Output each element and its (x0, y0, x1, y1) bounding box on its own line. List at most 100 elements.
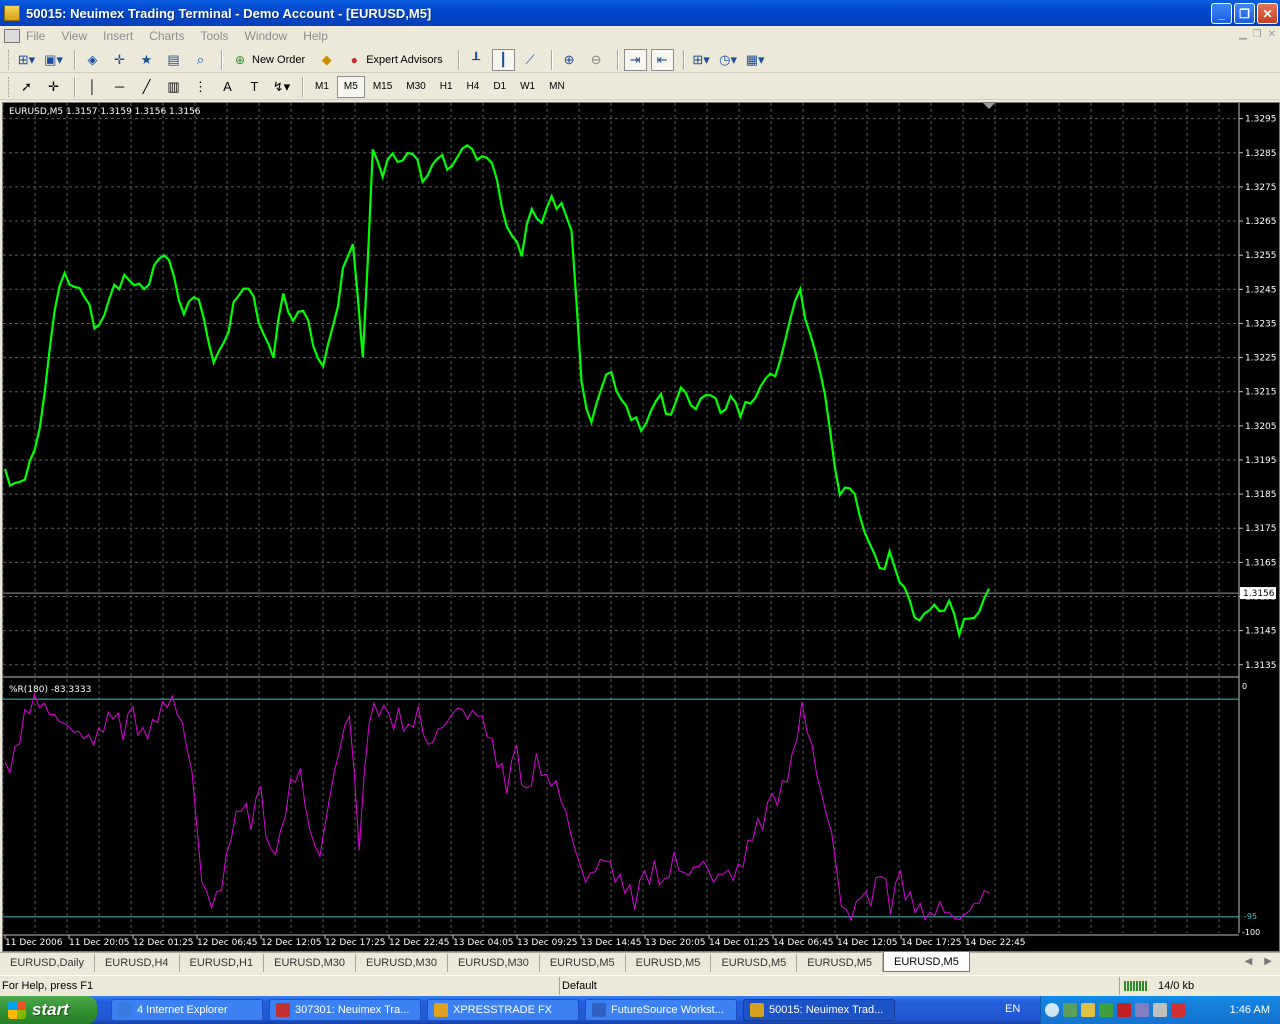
periods-icon[interactable]: ◷▾ (717, 49, 740, 71)
x-tick-label: 13 Dec 14:45 (581, 938, 642, 948)
timeframe-h1[interactable]: H1 (434, 76, 459, 98)
shield-icon[interactable] (1081, 1003, 1095, 1017)
text-label-icon[interactable]: T (243, 76, 266, 98)
chart-tab[interactable]: EURUSD,M30 (356, 954, 448, 972)
timeframe-m5[interactable]: M5 (336, 75, 365, 98)
chart-tab[interactable]: EURUSD,M5 (626, 954, 712, 972)
title-bar[interactable]: 50015: Neuimex Trading Terminal - Demo A… (0, 0, 1280, 26)
restore-button[interactable]: ❐ (1234, 3, 1255, 24)
timeframe-w1[interactable]: W1 (514, 76, 541, 98)
terminal-icon[interactable]: ▤ (162, 49, 185, 71)
terminal-app-icon (750, 1003, 764, 1017)
zoom-out-icon[interactable]: ⊖ (585, 49, 608, 71)
bar-chart-icon[interactable]: ┸ (465, 49, 488, 71)
cursor-icon[interactable]: ➚ (15, 76, 38, 98)
line-chart-icon[interactable]: ⟋ (519, 49, 542, 71)
timeframe-m1[interactable]: M1 (309, 76, 335, 98)
mdi-close-icon[interactable]: ✕ (1268, 29, 1276, 40)
taskbar-item[interactable]: 4 Internet Explorer (111, 999, 263, 1021)
minimize-button[interactable]: _ (1211, 3, 1232, 24)
close-button[interactable]: ✕ (1257, 3, 1278, 24)
timeframe-m15[interactable]: M15 (367, 76, 398, 98)
toolbar-grip[interactable] (8, 49, 11, 70)
menu-insert[interactable]: Insert (103, 29, 133, 43)
auto-scroll-icon[interactable]: ⇥ (623, 48, 647, 71)
timeframe-d1[interactable]: D1 (487, 76, 512, 98)
toolbar-grip-2[interactable] (8, 76, 11, 97)
strategy-tester-icon[interactable]: ⌕ (189, 49, 212, 71)
speaker-icon[interactable] (1153, 1003, 1167, 1017)
y-tick-label: 1.3295 (1245, 115, 1277, 125)
profiles-icon[interactable]: ▣▾ (42, 49, 65, 71)
mail-icon[interactable] (1171, 1003, 1185, 1017)
data-window-icon[interactable]: ✛ (108, 49, 131, 71)
chart-tab-active[interactable]: EURUSD,M5 (883, 952, 970, 972)
chart-tab[interactable]: EURUSD,H4 (95, 954, 180, 972)
crosshair-icon[interactable]: ✛ (42, 76, 65, 98)
timeframe-m30[interactable]: M30 (400, 76, 431, 98)
start-button[interactable]: start (0, 996, 97, 1024)
app-icon[interactable] (4, 5, 20, 21)
indicator-info: %R(180) -83.3333 (9, 685, 92, 695)
chart-tab[interactable]: EURUSD,H1 (180, 954, 265, 972)
taskbar-item-active[interactable]: 50015: Neuimex Trad... (743, 999, 895, 1021)
mdi-restore-icon[interactable]: ❐ (1253, 29, 1262, 40)
indicators-icon[interactable]: ⊞▾ (690, 49, 713, 71)
x-tick-label: 14 Dec 17:25 (901, 938, 962, 948)
chart-tab[interactable]: EURUSD,M5 (797, 954, 884, 972)
zoom-in-icon[interactable]: ⊕ (558, 49, 581, 71)
tray-arrow-icon[interactable] (1045, 1003, 1059, 1017)
y-tick-label: 1.3285 (1245, 149, 1277, 159)
price-series-line (3, 143, 990, 640)
new-chart-icon[interactable]: ⊞▾ (15, 49, 38, 71)
chart-tab[interactable]: EURUSD,M30 (264, 954, 357, 972)
network-icon[interactable] (1063, 1003, 1077, 1017)
connection-bars-icon (1124, 980, 1148, 991)
trendline-icon[interactable]: ╱ (135, 76, 158, 98)
menu-window[interactable]: Window (245, 29, 288, 43)
taskbar-item[interactable]: XPRESSTRADE FX (427, 999, 579, 1021)
price-chart[interactable]: 1.3295 1.3285 1.3275 1.3265 1.3255 1.3245 1.32… (3, 103, 1279, 951)
channel-icon[interactable]: ⋮ (189, 76, 212, 98)
chart-window[interactable]: 1.3295 1.3285 1.3275 1.3265 1.3255 1.3245 1.32… (2, 102, 1280, 952)
templates-icon[interactable]: ▦▾ (744, 49, 767, 71)
chart-tab[interactable]: EURUSD,M5 (540, 954, 626, 972)
metaeditor-icon[interactable]: ◆ (315, 49, 338, 71)
timeframe-mn[interactable]: MN (543, 76, 571, 98)
user-icon[interactable] (1099, 1003, 1113, 1017)
timeframe-h4[interactable]: H4 (461, 76, 486, 98)
arrows-icon[interactable]: ↯▾ (270, 76, 293, 98)
tab-scroll-right-icon[interactable]: ▶ (1264, 956, 1272, 967)
taskbar-item[interactable]: 307301: Neuimex Tra... (269, 999, 421, 1021)
clock[interactable]: 1:46 AM (1230, 1004, 1270, 1016)
system-tray: EN 1:46 AM (1005, 996, 1280, 1024)
language-indicator[interactable]: EN (1005, 1003, 1020, 1015)
menu-tools[interactable]: Tools (201, 29, 229, 43)
taskbar-item[interactable]: FutureSource Workst... (585, 999, 737, 1021)
mdi-minimize-icon[interactable]: ▁ (1239, 29, 1247, 40)
y-tick-label: 1.3185 (1245, 490, 1277, 500)
chart-tab[interactable]: EURUSD,M30 (448, 954, 540, 972)
ati-icon[interactable] (1117, 1003, 1131, 1017)
new-order-label: New Order (252, 53, 306, 66)
chart-tab[interactable]: EURUSD,Daily (0, 954, 95, 972)
vertical-line-icon[interactable]: │ (81, 76, 104, 98)
chart-window-icon[interactable] (4, 29, 20, 43)
menu-charts[interactable]: Charts (149, 29, 184, 43)
fibonacci-icon[interactable]: ▥ (162, 76, 185, 98)
network-status-icon[interactable] (1135, 1003, 1149, 1017)
chart-tab[interactable]: EURUSD,M5 (711, 954, 798, 972)
horizontal-line-icon[interactable]: ─ (108, 76, 131, 98)
new-order-button[interactable]: ⊕ New Order (228, 49, 309, 71)
expert-advisors-button[interactable]: ● Expert Advisors (342, 49, 446, 71)
candlestick-icon[interactable]: ┃ (491, 48, 515, 71)
menu-view[interactable]: View (61, 29, 87, 43)
tab-scroll-left-icon[interactable]: ◀ (1245, 956, 1253, 967)
text-icon[interactable]: A (216, 76, 239, 98)
navigator-icon[interactable]: ★ (135, 49, 158, 71)
menu-file[interactable]: File (26, 29, 45, 43)
market-watch-icon[interactable]: ◈ (81, 49, 104, 71)
x-tick-label: 14 Dec 06:45 (773, 938, 834, 948)
menu-help[interactable]: Help (303, 29, 328, 43)
chart-shift-icon[interactable]: ⇤ (650, 48, 674, 71)
